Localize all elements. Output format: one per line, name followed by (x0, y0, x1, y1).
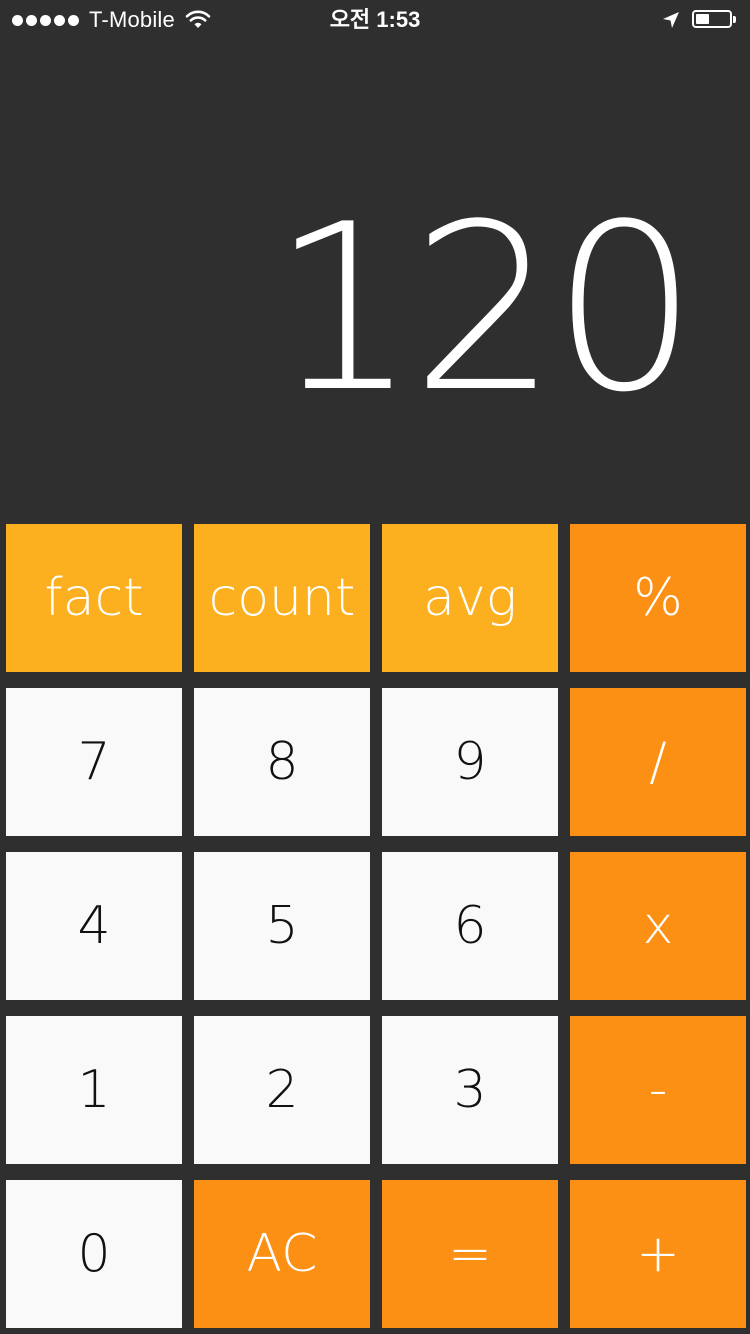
divide-button-label: / (649, 732, 667, 792)
percent-button-label: % (633, 568, 683, 628)
fact-button[interactable]: fact (6, 524, 182, 672)
digit-9-button[interactable]: 9 (382, 688, 558, 836)
digit-4-button[interactable]: 4 (6, 852, 182, 1000)
add-button[interactable]: + (570, 1180, 746, 1328)
subtract-button[interactable]: - (570, 1016, 746, 1164)
multiply-button-label: x (642, 896, 674, 956)
digit-5-label: 5 (265, 896, 299, 956)
multiply-button[interactable]: x (570, 852, 746, 1000)
digit-3-label: 3 (453, 1060, 487, 1120)
calculator-display: 120 (0, 40, 750, 510)
digit-1-button[interactable]: 1 (6, 1016, 182, 1164)
digit-6-button[interactable]: 6 (382, 852, 558, 1000)
digit-2-button[interactable]: 2 (194, 1016, 370, 1164)
divide-button[interactable]: / (570, 688, 746, 836)
digit-7-label: 7 (77, 732, 111, 792)
status-time: 오전 1:53 (329, 7, 421, 32)
digit-0-label: 0 (77, 1224, 111, 1284)
equals-button-label: = (448, 1224, 492, 1284)
digit-8-label: 8 (265, 732, 299, 792)
avg-button-label: avg (423, 568, 517, 628)
status-bar: T-Mobile 오전 1:53 (0, 0, 750, 40)
count-button[interactable]: count (194, 524, 370, 672)
digit-5-button[interactable]: 5 (194, 852, 370, 1000)
digit-2-label: 2 (265, 1060, 299, 1120)
percent-button[interactable]: % (570, 524, 746, 672)
keypad: fact count avg % 7 8 9 / 4 5 6 x 1 2 3 -… (6, 524, 746, 1328)
digit-1-label: 1 (77, 1060, 111, 1120)
digit-9-label: 9 (453, 732, 487, 792)
digit-7-button[interactable]: 7 (6, 688, 182, 836)
digit-8-button[interactable]: 8 (194, 688, 370, 836)
add-button-label: + (636, 1224, 680, 1284)
battery-level (696, 14, 709, 24)
digit-0-button[interactable]: 0 (6, 1180, 182, 1328)
digit-3-button[interactable]: 3 (382, 1016, 558, 1164)
count-button-label: count (208, 568, 356, 628)
all-clear-button-label: AC (246, 1224, 318, 1284)
display-value: 120 (271, 176, 698, 443)
equals-button[interactable]: = (382, 1180, 558, 1328)
digit-4-label: 4 (77, 896, 111, 956)
status-right (662, 6, 738, 34)
location-arrow-icon (663, 12, 679, 28)
digit-6-label: 6 (453, 896, 487, 956)
battery-icon (692, 10, 738, 30)
fact-button-label: fact (44, 568, 144, 628)
all-clear-button[interactable]: AC (194, 1180, 370, 1328)
avg-button[interactable]: avg (382, 524, 558, 672)
subtract-button-label: - (648, 1060, 668, 1120)
